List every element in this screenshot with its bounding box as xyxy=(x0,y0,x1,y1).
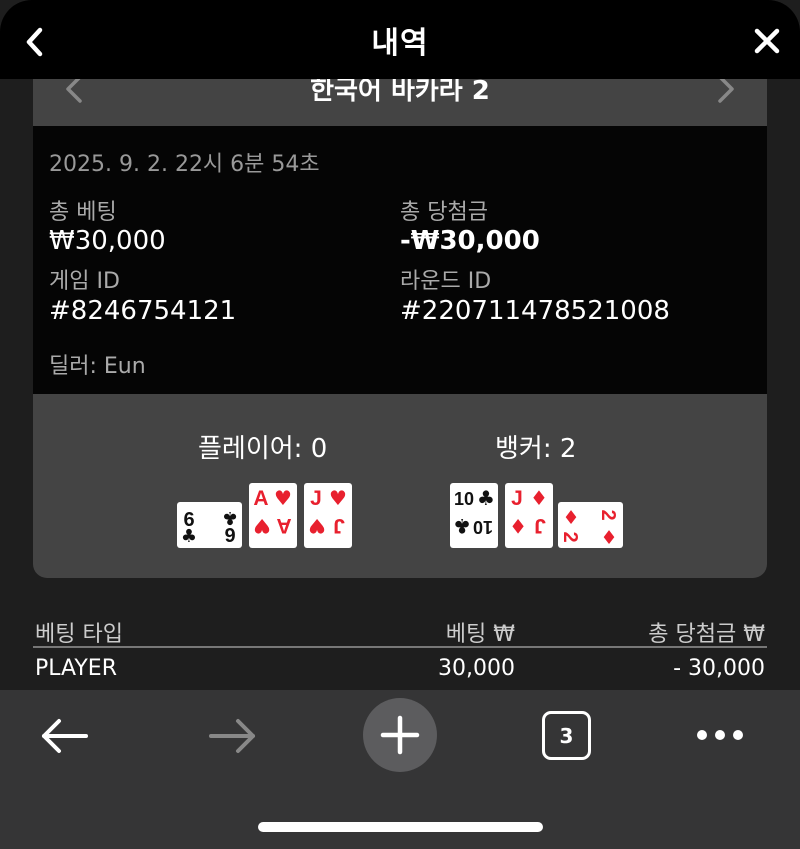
top-bar: 내역 xyxy=(0,0,800,79)
arrow-right-icon[interactable] xyxy=(207,718,257,754)
clubs-icon: ♣ xyxy=(477,486,495,510)
plus-icon[interactable] xyxy=(363,698,437,772)
bet-type: PLAYER xyxy=(35,656,117,681)
hearts-icon: ♥ xyxy=(274,486,292,510)
player-card-1: 6 ♣ ♣ 6 xyxy=(177,502,242,548)
dealer-name: 딜러: Eun xyxy=(49,354,146,379)
round-id-value: #220711478521008 xyxy=(400,296,670,326)
home-indicator xyxy=(258,822,543,832)
round-info: 2025. 9. 2. 22시 6분 54초 총 베팅 ₩30,000 총 당첨… xyxy=(33,126,767,394)
total-bet-value: ₩30,000 xyxy=(49,226,166,256)
col-bet-type: 베팅 타입 xyxy=(35,622,123,647)
clubs-icon: ♣ xyxy=(453,514,471,538)
banker-card-1: 10 ♣ ♣ 10 xyxy=(450,483,498,548)
tabs-icon[interactable]: 3 xyxy=(542,711,591,760)
game-id-label: 게임 ID xyxy=(49,269,120,294)
banker-card-2: J ♦ ♦ J xyxy=(505,483,553,548)
card-rank: 2 xyxy=(559,531,581,542)
more-icon[interactable] xyxy=(695,728,745,742)
history-content: 한국어 바카라 2 2025. 9. 2. 22시 6분 54초 총 베팅 ₩3… xyxy=(0,0,800,690)
card-rank: 6 xyxy=(224,523,235,545)
game-id-value: #8246754121 xyxy=(49,296,237,326)
col-win-amount: 총 당첨금 ₩ xyxy=(648,622,765,647)
total-win-label: 총 당첨금 xyxy=(400,200,488,225)
diamonds-icon: ♦ xyxy=(600,527,617,548)
player-card-2: A ♥ ♥ A xyxy=(249,483,297,548)
card-rank: A xyxy=(253,487,268,510)
player-score: 플레이어: 0 xyxy=(198,434,328,464)
diamonds-icon: ♦ xyxy=(509,514,527,538)
diamonds-icon: ♦ xyxy=(562,507,579,529)
page-title: 내역 xyxy=(371,26,429,61)
banker-card-3: ♦ 2 2 ♦ xyxy=(558,502,623,548)
arrow-left-icon[interactable] xyxy=(40,718,90,754)
total-win-value: -₩30,000 xyxy=(400,226,540,256)
win-amount: - 30,000 xyxy=(673,656,765,681)
col-bet-amount: 베팅 ₩ xyxy=(445,622,515,647)
total-bet-label: 총 베팅 xyxy=(49,200,117,225)
close-icon[interactable] xyxy=(752,26,782,56)
banker-score: 뱅커: 2 xyxy=(495,434,577,464)
card-rank: A xyxy=(276,514,291,537)
round-id-label: 라운드 ID xyxy=(400,269,492,294)
tab-count: 3 xyxy=(559,723,574,748)
card-rank: J xyxy=(333,514,345,537)
diamonds-icon: ♦ xyxy=(530,486,548,510)
table-row: PLAYER 30,000 - 30,000 xyxy=(33,648,767,690)
player-card-3: J ♥ ♥ J xyxy=(304,483,352,548)
card-rank: J xyxy=(310,487,322,510)
hearts-icon: ♥ xyxy=(329,486,347,510)
hearts-icon: ♥ xyxy=(308,514,326,538)
card-rank: J xyxy=(511,487,523,510)
card-rank: 10 xyxy=(473,517,493,537)
cards-panel: 플레이어: 0 뱅커: 2 6 ♣ ♣ 6 A ♥ ♥ A J ♥ ♥ J 10… xyxy=(33,394,767,578)
bet-amount: 30,000 xyxy=(438,656,515,681)
card-rank: 2 xyxy=(597,509,619,520)
bet-table: 베팅 타입 베팅 ₩ 총 당첨금 ₩ PLAYER 30,000 - 30,00… xyxy=(33,610,767,690)
card-rank: J xyxy=(534,514,546,537)
round-datetime: 2025. 9. 2. 22시 6분 54초 xyxy=(49,152,320,177)
bet-table-header: 베팅 타입 베팅 ₩ 총 당첨금 ₩ xyxy=(33,610,767,648)
hearts-icon: ♥ xyxy=(253,514,271,538)
card-rank: 10 xyxy=(454,489,474,509)
clubs-icon: ♣ xyxy=(181,526,197,547)
